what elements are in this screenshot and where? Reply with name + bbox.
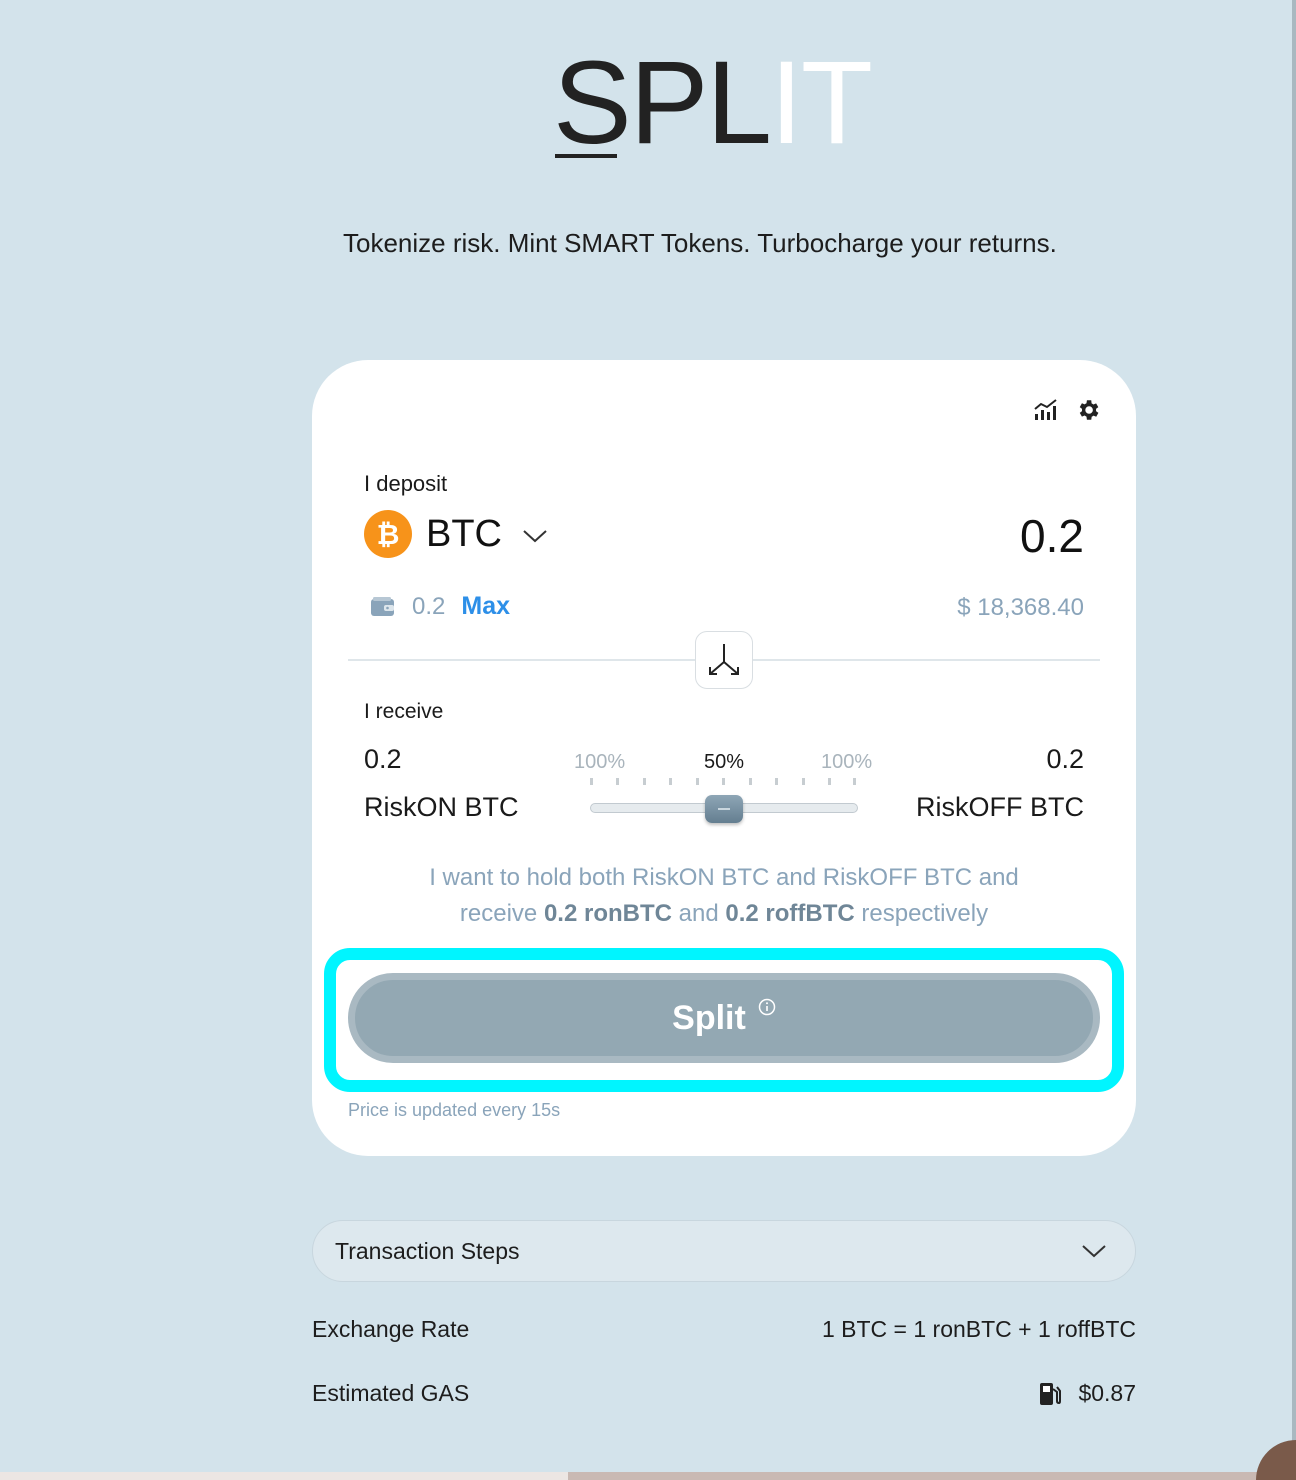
exchange-rate-value: 1 BTC = 1 ronBTC + 1 roffBTC [821,1316,1136,1342]
left-percent: 100% [574,751,626,773]
tagline: Tokenize risk. Mint SMART Tokens. Turboc… [343,228,1057,258]
deposit-label: I deposit [364,471,448,496]
riskoff-name: RiskOFF BTC [916,792,1084,822]
ratio-slider-thumb[interactable] [705,795,743,823]
deposit-amount-input[interactable] [824,508,1084,564]
right-percent: 100% [821,751,873,773]
split-description: I want to hold both RiskON BTC and RiskO… [429,864,1019,927]
transaction-steps-label: Transaction Steps [335,1237,520,1264]
bottom-bar [0,1472,1290,1480]
gas-pump-icon [1040,1382,1062,1405]
gas-value-group: $0.87 [1038,1380,1136,1407]
chart-icon[interactable] [1032,396,1060,424]
transaction-steps-accordion[interactable]: Transaction Steps [312,1220,1136,1282]
btc-icon: ₿ [364,510,412,558]
logo-underline [555,154,617,158]
balance-value: 0.2 [412,592,446,620]
wallet-icon [371,596,394,616]
token-selector[interactable]: ₿ BTC [364,510,548,558]
split-card: I deposit ₿ BTC 0.2 Max $ 18,368.40 I re… [312,360,1136,1156]
window-corner [1256,1440,1296,1480]
slider-ticks [590,778,856,786]
card-toolbar [1032,396,1102,424]
exchange-rate-label: Exchange Rate [312,1316,470,1342]
riskon-amount: 0.2 [364,744,402,774]
receive-label: I receive [364,700,444,723]
gas-row: Estimated GAS $0.87 [312,1380,1136,1407]
split-button-label: Split [672,998,746,1037]
chevron-down-icon [523,530,547,543]
logo: SPLIT [553,37,873,169]
info-icon[interactable] [758,998,776,1016]
split-button[interactable]: Split [348,973,1100,1063]
wallet-balance: 0.2 Max [370,592,510,621]
token-name: BTC [426,512,502,555]
riskoff-amount: 0.2 [1046,744,1084,774]
usd-value: $ 18,368.40 [957,594,1084,621]
gear-icon[interactable] [1074,396,1102,424]
riskon-name: RiskON BTC [364,792,519,822]
split-arrows-icon [709,644,739,675]
price-update-note: Price is updated every 15s [348,1100,561,1120]
mid-percent: 50% [704,751,745,773]
split-direction-button[interactable] [695,631,753,689]
gas-value: $0.87 [1078,1380,1136,1406]
chevron-down-icon [1082,1245,1106,1258]
max-button[interactable]: Max [461,592,510,621]
exchange-rate-row: Exchange Rate 1 BTC = 1 ronBTC + 1 roffB… [312,1316,1136,1343]
window-edge [1292,0,1296,1480]
gas-label: Estimated GAS [312,1380,470,1406]
